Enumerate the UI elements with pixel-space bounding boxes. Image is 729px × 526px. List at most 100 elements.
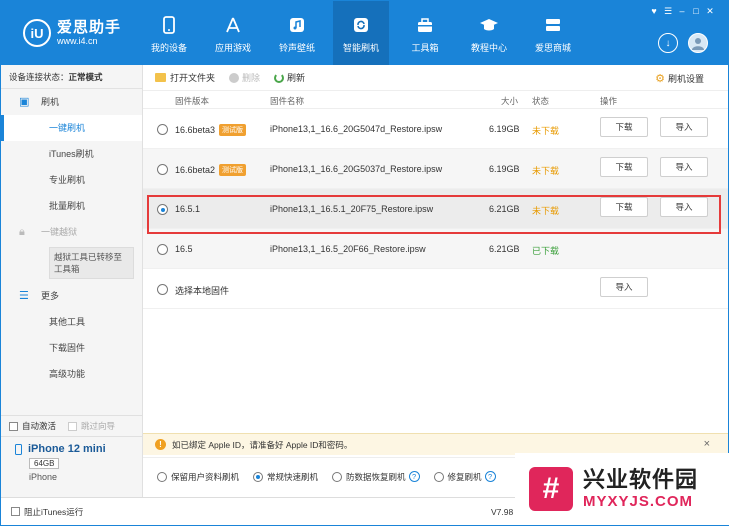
col-status: 状态	[532, 96, 550, 106]
firmware-version: 16.6beta3 测试版	[175, 124, 247, 136]
toolbox-icon	[415, 15, 435, 35]
sidebar-item-advanced[interactable]: 高级功能	[1, 361, 142, 387]
device-info: iPhone 12 mini 64GB iPhone	[1, 437, 142, 482]
nav-label: 爱思商城	[534, 43, 571, 53]
sidebar-group-flash[interactable]: ▣ 刷机	[1, 89, 142, 115]
nav-ringtones[interactable]: 铃声壁纸	[269, 1, 325, 65]
import-button[interactable]: 导入	[600, 277, 648, 297]
watermark-cn: 兴业软件园	[583, 467, 699, 492]
local-firmware-row[interactable]: 选择本地固件 导入	[143, 269, 728, 309]
maximize-icon[interactable]: □	[690, 5, 702, 17]
refresh-button[interactable]: 刷新	[274, 71, 305, 84]
nav-smart-flash[interactable]: 智能刷机	[333, 1, 389, 65]
table-row[interactable]: 16.6beta3 测试版 iPhone13,1_16.6_20G5047d_Re…	[143, 109, 728, 149]
logo-url: www.i4.cn	[57, 35, 98, 46]
block-itunes-checkbox[interactable]: 阻止iTunes运行	[11, 506, 83, 518]
nav-store[interactable]: 爱思商城	[525, 1, 581, 65]
col-version: 固件版本	[175, 96, 210, 106]
sidebar-item-one-click-flash[interactable]: 一键刷机	[1, 115, 142, 141]
beta-badge: 测试版	[219, 164, 247, 176]
sidebar-item-pro-flash[interactable]: 专业刷机	[1, 167, 142, 193]
close-icon[interactable]: ✕	[704, 5, 716, 17]
toolbar: 打开文件夹 删除 刷新 ⚙ 刷机设置	[143, 65, 728, 91]
sidebar-group-more[interactable]: ☰ 更多	[1, 283, 142, 309]
mode-repair[interactable]: 修复刷机?	[433, 471, 496, 483]
nav-label: 铃声壁纸	[278, 43, 315, 53]
delete-button[interactable]: 删除	[229, 71, 260, 84]
status-badge: 已下载	[532, 246, 560, 256]
close-icon[interactable]: ×	[704, 438, 710, 450]
notice-text: 如已绑定 Apple ID，请准备好 Apple ID和密码。	[172, 439, 353, 450]
open-folder-button[interactable]: 打开文件夹	[155, 71, 215, 84]
sidebar-bottom: 自动激活 跳过向导 iPhone 12 mini 64GB iPhone	[1, 415, 142, 482]
firmware-size: 6.21GB	[489, 244, 520, 254]
header-actions: ↓	[658, 33, 708, 53]
sidebar-group-label: 刷机	[41, 97, 60, 107]
nav-my-device[interactable]: 我的设备	[141, 1, 197, 65]
flash-settings-button[interactable]: ⚙ 刷机设置	[655, 72, 704, 85]
sidebar-group-label: 一键越狱	[41, 227, 78, 237]
firmware-radio[interactable]	[157, 284, 168, 295]
firmware-radio[interactable]	[157, 124, 168, 135]
nav-tutorials[interactable]: 教程中心	[461, 1, 517, 65]
col-size: 大小	[501, 96, 519, 106]
app-store-icon	[223, 15, 243, 35]
download-button[interactable]: 下载	[600, 157, 648, 177]
table-row[interactable]: 16.6beta2 测试版 iPhone13,1_16.6_20G5037d_Re…	[143, 149, 728, 189]
avatar[interactable]	[688, 33, 708, 53]
sidebar-item-itunes-flash[interactable]: iTunes刷机	[1, 141, 142, 167]
top-bar: iU 爱思助手 www.i4.cn 我的设备 应用游戏 铃声壁纸 智能刷机 工具…	[1, 1, 728, 65]
table-row[interactable]: 16.5 iPhone13,1_16.5_20F66_Restore.ipsw …	[143, 229, 728, 269]
auto-activate-checkbox[interactable]: 自动激活	[9, 420, 56, 432]
window-controls: ♥ ☰ – □ ✕	[648, 5, 716, 17]
firmware-size: 6.19GB	[489, 164, 520, 174]
main-nav: 我的设备 应用游戏 铃声壁纸 智能刷机 工具箱 教程中心 爱思商城	[141, 1, 589, 65]
mode-anti-recovery[interactable]: 防数据恢复刷机?	[332, 471, 420, 483]
sidebar-item-download-firmware[interactable]: 下载固件	[1, 335, 142, 361]
nav-toolbox[interactable]: 工具箱	[397, 1, 453, 65]
download-icon[interactable]: ↓	[658, 33, 678, 53]
mode-quick-flash[interactable]: 常规快速刷机	[253, 471, 318, 483]
shirt-icon[interactable]: ♥	[648, 5, 660, 17]
device-name: iPhone 12 mini	[15, 443, 142, 455]
col-action: 操作	[600, 96, 618, 106]
status-badge: 未下载	[532, 126, 560, 136]
status-value: 正常模式	[68, 72, 103, 82]
list-icon: ☰	[19, 290, 29, 302]
nav-label: 智能刷机	[342, 43, 379, 53]
table-header: 固件版本 固件名称 大小 状态 操作	[143, 91, 728, 109]
menu-icon[interactable]: ☰	[662, 5, 674, 17]
col-name: 固件名称	[270, 96, 305, 106]
help-icon[interactable]: ?	[484, 471, 496, 482]
gear-icon: ⚙	[655, 73, 665, 85]
import-button[interactable]: 导入	[660, 117, 708, 137]
nav-apps[interactable]: 应用游戏	[205, 1, 261, 65]
nav-label: 应用游戏	[214, 43, 251, 53]
firmware-version: 16.5	[175, 244, 193, 254]
device-connection-status: 设备连接状态：正常模式	[1, 65, 142, 89]
store-icon	[543, 15, 563, 35]
beta-badge: 测试版	[219, 124, 247, 136]
selection-highlight	[147, 195, 721, 234]
sidebar-group-jailbreak: 🔒︎ 一键越狱	[1, 219, 142, 245]
activation-options: 自动激活 跳过向导	[1, 415, 142, 437]
sidebar-item-batch-flash[interactable]: 批量刷机	[1, 193, 142, 219]
firmware-radio[interactable]	[157, 164, 168, 175]
local-firmware-label: 选择本地固件	[175, 286, 230, 296]
firmware-name: iPhone13,1_16.6_20G5047d_Restore.ipsw	[270, 124, 443, 134]
watermark: # 兴业软件园 MYXYJS.COM	[515, 453, 729, 525]
import-button[interactable]: 导入	[660, 157, 708, 177]
phone-icon: ▣	[19, 96, 30, 108]
mode-keep-data[interactable]: 保留用户资料刷机	[157, 471, 239, 483]
sidebar-item-other-tools[interactable]: 其他工具	[1, 309, 142, 335]
minimize-icon[interactable]: –	[676, 5, 688, 17]
warning-icon: !	[155, 439, 166, 450]
status-label: 设备连接状态：	[9, 72, 69, 82]
download-button[interactable]: 下载	[600, 117, 648, 137]
firmware-radio[interactable]	[157, 244, 168, 255]
help-icon[interactable]: ?	[408, 471, 420, 482]
app-window: iU 爱思助手 www.i4.cn 我的设备 应用游戏 铃声壁纸 智能刷机 工具…	[0, 0, 729, 526]
skip-guide-checkbox: 跳过向导	[68, 420, 115, 432]
sidebar-group-label: 更多	[41, 291, 60, 301]
nav-label: 我的设备	[150, 43, 187, 53]
